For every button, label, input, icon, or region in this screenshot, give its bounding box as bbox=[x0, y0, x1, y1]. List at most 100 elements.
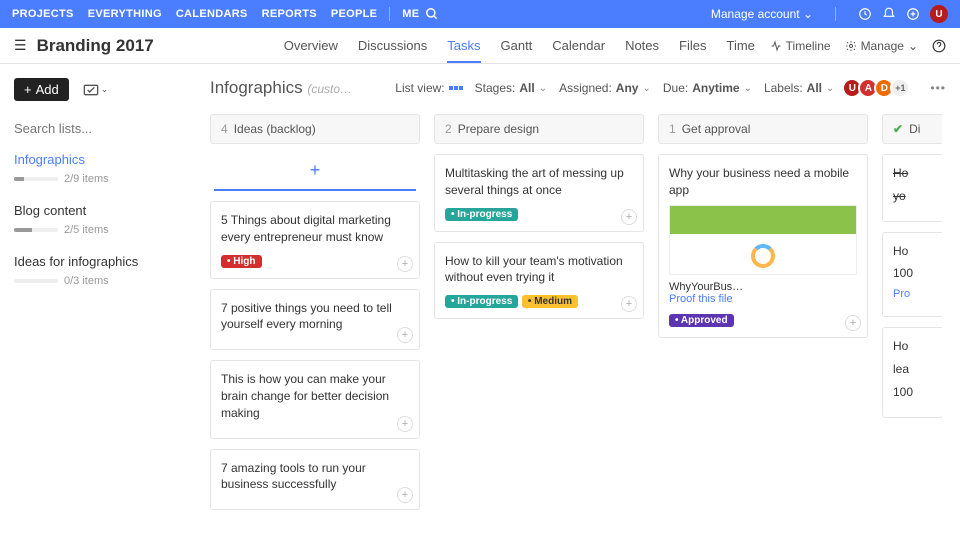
task-card[interactable]: Why your business need a mobile app WhyYo… bbox=[658, 154, 868, 338]
file-name: WhyYourBus… bbox=[669, 281, 857, 293]
checkmark-dropdown-icon[interactable]: ⌄ bbox=[83, 84, 109, 96]
manage-account-link[interactable]: Manage account ⌄ bbox=[711, 7, 813, 21]
tab-notes[interactable]: Notes bbox=[625, 29, 659, 63]
tab-calendar[interactable]: Calendar bbox=[552, 29, 605, 63]
card-thumbnail bbox=[669, 205, 857, 275]
card-title: 5 Things about digital marketing every e… bbox=[221, 212, 409, 246]
sidebar-list-item[interactable]: Ideas for infographics 0/3 items bbox=[14, 254, 182, 287]
proof-link[interactable]: Pro bbox=[893, 288, 942, 300]
add-button[interactable]: + Add bbox=[14, 78, 69, 101]
card-text: yo bbox=[893, 188, 942, 205]
board-column: 2 Prepare design Multitasking the art of m… bbox=[434, 114, 644, 545]
filter-labels[interactable]: Labels: All bbox=[764, 81, 834, 95]
task-card[interactable]: Ho100Pro+ bbox=[882, 232, 942, 318]
column-title: Ideas (backlog) bbox=[234, 122, 316, 136]
nav-me[interactable]: ME bbox=[402, 8, 419, 20]
kanban-board: 4 Ideas (backlog) +5 Things about digital … bbox=[210, 114, 960, 545]
avatar-more[interactable]: +1 bbox=[890, 78, 910, 98]
tab-time[interactable]: Time bbox=[726, 29, 754, 63]
tag-inprogress: In-progress bbox=[445, 295, 518, 308]
card-add-icon[interactable]: + bbox=[845, 315, 861, 331]
menu-icon[interactable]: ☰ bbox=[14, 37, 27, 54]
card-add-icon[interactable]: + bbox=[397, 327, 413, 343]
column-header[interactable]: ✔Di bbox=[882, 114, 942, 144]
card-title: Why your business need a mobile app bbox=[669, 165, 857, 199]
task-card[interactable]: Multitasking the art of messing up sever… bbox=[434, 154, 644, 232]
content-area: Infographics (custo… List view: Stages: … bbox=[196, 64, 960, 549]
task-card[interactable]: 5 Things about digital marketing every e… bbox=[210, 201, 420, 279]
check-icon: ✔ bbox=[893, 122, 903, 136]
add-circle-icon[interactable] bbox=[906, 7, 920, 21]
clock-icon[interactable] bbox=[858, 7, 872, 21]
top-navbar: PROJECTS EVERYTHING CALENDARS REPORTS PE… bbox=[0, 0, 960, 28]
add-card-button[interactable]: + bbox=[214, 154, 416, 191]
column-header[interactable]: 2 Prepare design bbox=[434, 114, 644, 144]
filter-due[interactable]: Due: Anytime bbox=[663, 81, 752, 95]
card-add-icon[interactable]: + bbox=[397, 487, 413, 503]
nav-calendars[interactable]: CALENDARS bbox=[176, 8, 248, 20]
card-add-icon[interactable]: + bbox=[621, 209, 637, 225]
project-tabs: Overview Discussions Tasks Gantt Calenda… bbox=[284, 29, 755, 63]
tag-approved: Approved bbox=[669, 314, 734, 327]
more-menu-icon[interactable]: ••• bbox=[930, 81, 946, 95]
help-icon[interactable] bbox=[932, 39, 946, 53]
card-add-icon[interactable]: + bbox=[397, 256, 413, 272]
task-card[interactable]: Hoyo+ bbox=[882, 154, 942, 222]
sidebar-list-item[interactable]: Blog content 2/5 items bbox=[14, 203, 182, 236]
card-title: 7 positive things you need to tell yours… bbox=[221, 300, 409, 334]
filter-stages[interactable]: Stages: All bbox=[475, 81, 547, 95]
list-name: Ideas for infographics bbox=[14, 254, 182, 269]
card-title: Ho bbox=[893, 243, 942, 260]
search-lists-input[interactable] bbox=[14, 121, 182, 136]
list-view-toggle[interactable]: List view: bbox=[395, 81, 462, 95]
column-title: Prepare design bbox=[458, 122, 539, 136]
task-card[interactable]: Holea100+ bbox=[882, 327, 942, 417]
card-text: 100 bbox=[893, 384, 942, 401]
nav-projects[interactable]: PROJECTS bbox=[12, 8, 74, 20]
card-add-icon[interactable]: + bbox=[397, 416, 413, 432]
sidebar: + Add ⌄ Infographics 2/9 items Blog conte… bbox=[0, 64, 196, 549]
task-card[interactable]: 7 positive things you need to tell yours… bbox=[210, 289, 420, 351]
card-text: lea bbox=[893, 361, 942, 378]
list-count: 2/5 items bbox=[64, 224, 109, 236]
nav-everything[interactable]: EVERYTHING bbox=[88, 8, 162, 20]
tab-files[interactable]: Files bbox=[679, 29, 706, 63]
list-title: Infographics (custo… bbox=[210, 78, 352, 98]
task-card[interactable]: How to kill your team's motivation witho… bbox=[434, 242, 644, 320]
tab-tasks[interactable]: Tasks bbox=[447, 29, 480, 63]
column-count: 2 bbox=[445, 122, 452, 136]
card-title: Multitasking the art of messing up sever… bbox=[445, 165, 633, 199]
column-header[interactable]: 4 Ideas (backlog) bbox=[210, 114, 420, 144]
column-count: 1 bbox=[669, 122, 676, 136]
grid-icon bbox=[449, 86, 463, 90]
tab-overview[interactable]: Overview bbox=[284, 29, 338, 63]
list-count: 2/9 items bbox=[64, 173, 109, 185]
sidebar-list-item[interactable]: Infographics 2/9 items bbox=[14, 152, 182, 185]
list-count: 0/3 items bbox=[64, 275, 109, 287]
user-avatar[interactable]: U bbox=[930, 5, 948, 23]
nav-divider-2 bbox=[835, 7, 836, 21]
manage-button[interactable]: Manage ⌄ bbox=[845, 39, 918, 53]
tab-discussions[interactable]: Discussions bbox=[358, 29, 427, 63]
board-column: 4 Ideas (backlog) +5 Things about digital … bbox=[210, 114, 420, 545]
column-header[interactable]: 1 Get approval bbox=[658, 114, 868, 144]
column-count: 4 bbox=[221, 122, 228, 136]
project-title: Branding 2017 bbox=[37, 36, 154, 56]
nav-people[interactable]: PEOPLE bbox=[331, 8, 377, 20]
proof-link[interactable]: Proof this file bbox=[669, 293, 857, 305]
assignee-avatars[interactable]: U A D +1 bbox=[846, 78, 910, 98]
nav-reports[interactable]: REPORTS bbox=[262, 8, 317, 20]
timeline-button[interactable]: Timeline bbox=[770, 39, 831, 53]
tab-gantt[interactable]: Gantt bbox=[501, 29, 533, 63]
filter-assigned[interactable]: Assigned: Any bbox=[559, 81, 651, 95]
task-card[interactable]: 7 amazing tools to run your business suc… bbox=[210, 449, 420, 511]
column-title: Get approval bbox=[682, 122, 751, 136]
bell-icon[interactable] bbox=[882, 7, 896, 21]
card-title: Ho bbox=[893, 165, 942, 182]
tag-inprogress: In-progress bbox=[445, 208, 518, 221]
tag-high: High bbox=[221, 255, 262, 268]
card-add-icon[interactable]: + bbox=[621, 296, 637, 312]
card-text: 100 bbox=[893, 265, 942, 282]
search-icon[interactable] bbox=[425, 7, 439, 21]
task-card[interactable]: This is how you can make your brain chan… bbox=[210, 360, 420, 438]
